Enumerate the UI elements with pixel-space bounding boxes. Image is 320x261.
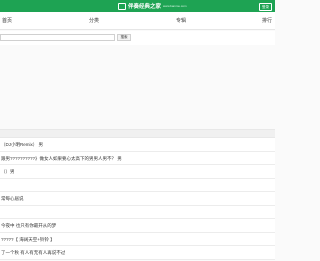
list-item[interactable]: 跟男??????????》做女人如果要心太高下的男男人男不？ 男 bbox=[0, 151, 275, 165]
nav-item-ranking[interactable]: 排行 bbox=[262, 17, 272, 24]
list-item[interactable]: 了一个秋 有人有无有人再说不过 bbox=[0, 246, 275, 260]
site-logo[interactable]: 伴奏经典之家 www.banzou.com bbox=[118, 2, 187, 10]
nav-item-album[interactable]: 专辑 bbox=[176, 17, 186, 24]
logo-subtitle: www.banzou.com bbox=[163, 4, 187, 8]
list-item-text: ?????【 海阔天空+铃铃 】 bbox=[1, 236, 55, 242]
banner-area bbox=[0, 45, 275, 129]
list-item[interactable] bbox=[0, 205, 275, 219]
list-item[interactable]: （DJ小明Remix） 男 bbox=[0, 138, 275, 152]
logo-text: 伴奏经典之家 bbox=[128, 4, 162, 10]
search-bar: 搜索 bbox=[0, 31, 275, 45]
list-item-text: 今夜中 也只有你最开从的梦 bbox=[1, 223, 57, 228]
list-item-text: 了一个秋 有人有无有人再说不过 bbox=[1, 250, 66, 255]
list-item-text: （DJ小明Remix） 男 bbox=[1, 142, 44, 147]
list-item[interactable]: ?????【 海阔天空+铃铃 】 bbox=[0, 232, 275, 246]
list-item-text: 跟男??????????》做女人如果要心太高下的男男人男不？ 男 bbox=[1, 155, 122, 161]
search-input[interactable] bbox=[0, 34, 115, 41]
list-item[interactable] bbox=[0, 178, 275, 192]
main-nav: 首页 分类 专辑 排行 bbox=[0, 12, 275, 41]
list-item[interactable]: 常每心居说 bbox=[0, 192, 275, 206]
nav-item-category[interactable]: 分类 bbox=[89, 17, 99, 24]
list-item-text: （）男 bbox=[1, 169, 15, 174]
top-bar: 伴奏经典之家 www.banzou.com 登录 bbox=[0, 0, 275, 12]
list-item[interactable]: （）男 bbox=[0, 165, 275, 179]
nav-item-home[interactable]: 首页 bbox=[2, 17, 12, 24]
login-button[interactable]: 登录 bbox=[259, 3, 272, 11]
list-item-text: 常每心居说 bbox=[1, 196, 24, 201]
list-item[interactable]: 今夜中 也只有你最开从的梦 bbox=[0, 219, 275, 233]
search-button[interactable]: 搜索 bbox=[117, 34, 131, 41]
section-divider bbox=[0, 129, 275, 138]
logo-icon bbox=[118, 2, 126, 10]
